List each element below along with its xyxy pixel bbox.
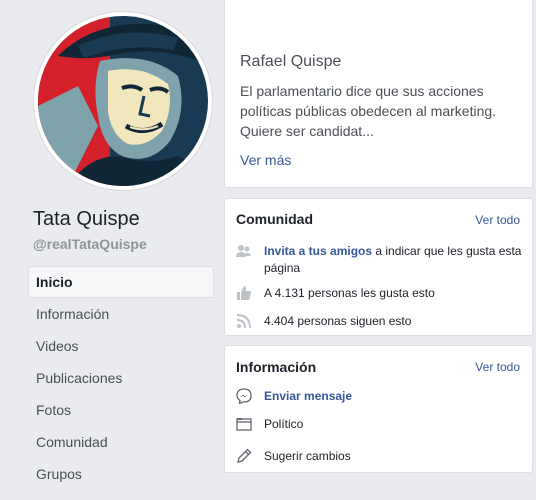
follows-count: 4.404 personas siguen esto xyxy=(264,314,412,328)
community-card: Comunidad Ver todo Invita a tus amigos a… xyxy=(224,198,533,336)
category-link[interactable]: Político xyxy=(264,416,526,433)
add-friends-icon xyxy=(236,243,252,259)
page-name[interactable]: Tata Quispe xyxy=(33,208,140,231)
nav-item-fotos[interactable]: Fotos xyxy=(28,394,214,426)
nav-item-inicio[interactable]: Inicio xyxy=(28,266,214,298)
page-nav: Inicio Información Videos Publicaciones … xyxy=(28,266,214,490)
info-title: Información xyxy=(236,359,317,375)
thumbs-up-icon xyxy=(236,285,252,301)
invite-text: Invita a tus amigos a indicar que les gu… xyxy=(264,243,526,277)
poster-portrait-image xyxy=(38,16,208,186)
rss-icon xyxy=(236,313,252,329)
see-more-link[interactable]: Ver más xyxy=(240,152,291,168)
nav-item-informacion[interactable]: Información xyxy=(28,298,214,330)
send-message-link[interactable]: Enviar mensaje xyxy=(264,389,352,403)
invite-friends-link[interactable]: Invita a tus amigos xyxy=(264,244,372,258)
pencil-icon xyxy=(236,448,252,464)
info-card: Información Ver todo Enviar mensaje Polí… xyxy=(224,345,533,473)
suggest-edits-link[interactable]: Sugerir cambios xyxy=(264,448,526,465)
page-handle[interactable]: @realTataQuispe xyxy=(33,236,147,252)
left-column: Tata Quispe @realTataQuispe Inicio Infor… xyxy=(0,0,224,500)
info-see-all-link[interactable]: Ver todo xyxy=(475,360,520,374)
community-see-all-link[interactable]: Ver todo xyxy=(475,213,520,227)
nav-item-comunidad[interactable]: Comunidad xyxy=(28,426,214,458)
about-description: El parlamentario dice que sus acciones p… xyxy=(240,83,497,139)
nav-item-publicaciones[interactable]: Publicaciones xyxy=(28,362,214,394)
likes-count: A 4.131 personas les gusta esto xyxy=(264,286,435,300)
nav-item-videos[interactable]: Videos xyxy=(28,330,214,362)
nav-item-grupos[interactable]: Grupos xyxy=(28,458,214,490)
profile-picture[interactable] xyxy=(34,12,212,190)
column-gutter xyxy=(214,0,224,500)
folder-icon xyxy=(236,416,252,432)
messenger-icon xyxy=(236,388,252,404)
community-title: Comunidad xyxy=(236,211,313,227)
about-name: Rafael Quispe xyxy=(240,53,342,70)
about-card: Rafael Quispe El parlamentario dice que … xyxy=(224,0,533,188)
